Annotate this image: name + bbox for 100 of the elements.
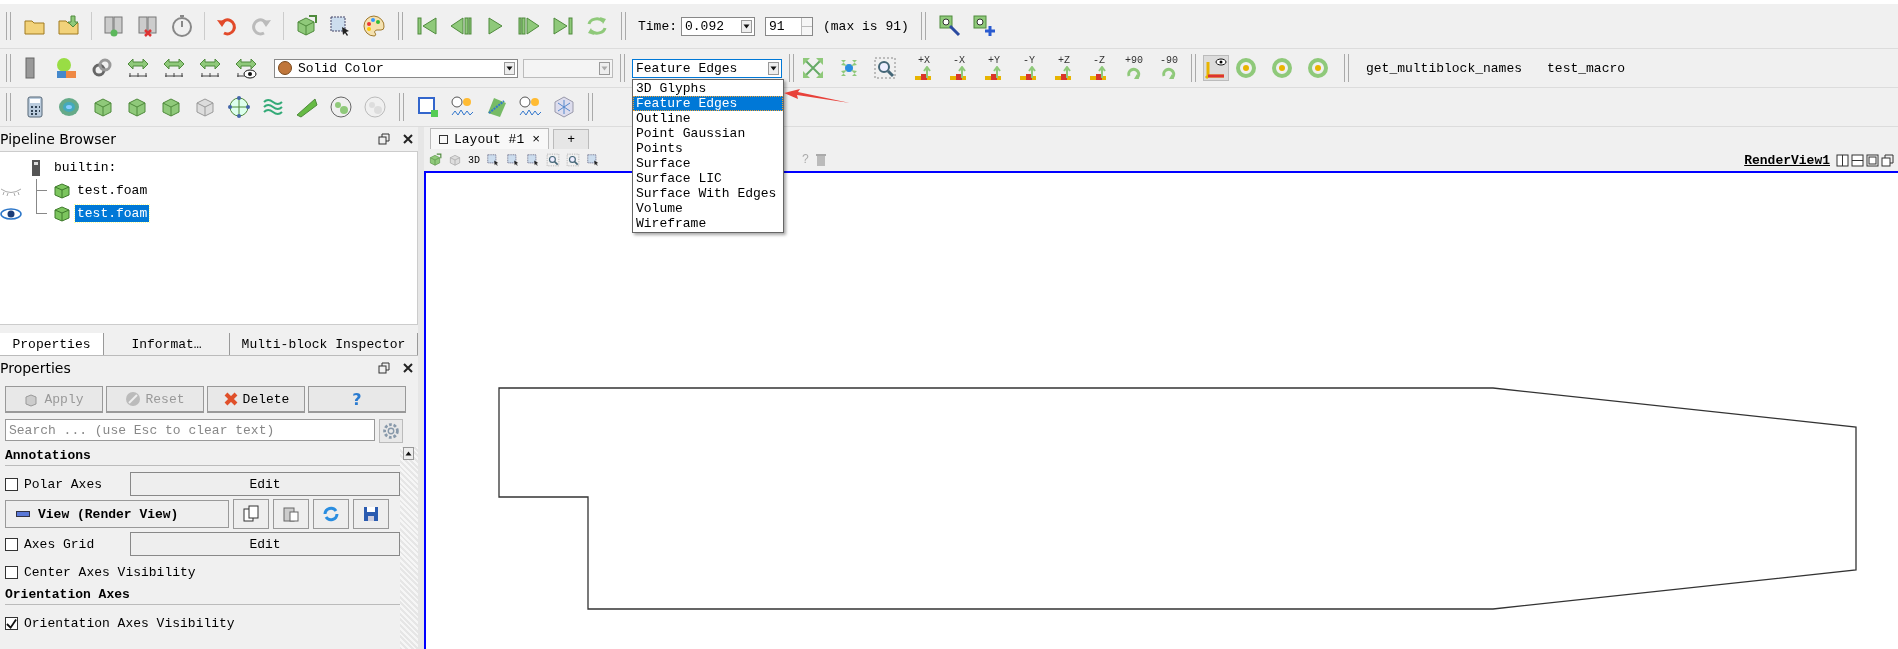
panel-tab[interactable]: Properties	[0, 333, 104, 355]
circles-icon[interactable]	[329, 95, 353, 119]
representation-option[interactable]: Volume	[633, 200, 783, 216]
solid-color-icon	[278, 61, 292, 75]
skip-end-icon[interactable]	[551, 14, 575, 38]
lens-plus-icon[interactable]	[971, 14, 996, 38]
checkbox[interactable]	[5, 616, 18, 630]
refresh-button[interactable]	[313, 499, 349, 529]
close-tab-button[interactable]: ×	[530, 131, 541, 147]
float-window-icon[interactable]	[1881, 153, 1894, 167]
selection-icon[interactable]	[586, 153, 600, 167]
selection-icon[interactable]	[526, 153, 540, 167]
refresh-icon	[322, 505, 340, 523]
copy-button[interactable]	[233, 499, 269, 529]
double-arrow-icon[interactable]	[198, 56, 222, 80]
scrollbar[interactable]	[400, 447, 418, 649]
representation-option[interactable]: Surface	[633, 155, 783, 171]
checkbox[interactable]	[5, 477, 18, 491]
float-window-icon[interactable]	[378, 362, 390, 374]
macro-button[interactable]: get_multiblock_names	[1356, 60, 1533, 76]
layout-tab[interactable]: Layout #1 ×	[430, 128, 550, 149]
checkbox[interactable]	[5, 565, 18, 579]
save-button[interactable]	[353, 499, 389, 529]
representation-option[interactable]: Surface LIC	[633, 170, 783, 186]
lens-wrench-icon[interactable]	[937, 14, 962, 38]
new-tab-button[interactable]: +	[553, 129, 590, 149]
selection-icon[interactable]	[506, 153, 520, 167]
server-icon[interactable]	[102, 14, 126, 38]
trash-icon[interactable]	[815, 153, 828, 167]
view-direction-button[interactable]: +Z	[1049, 56, 1079, 80]
coloring-dropdown[interactable]: Solid Color	[274, 58, 518, 78]
help-button[interactable]: ?	[308, 386, 406, 413]
caret-icon[interactable]	[504, 61, 515, 75]
representation-option[interactable]: 3D Glyphs	[633, 80, 783, 96]
3d-toggle-button[interactable]: 3D	[468, 154, 480, 166]
component-dropdown[interactable]	[523, 58, 613, 78]
step-forward-icon[interactable]	[517, 14, 541, 38]
maximize-icon[interactable]	[1866, 153, 1879, 167]
close-icon[interactable]	[402, 133, 414, 145]
representation-option[interactable]: Point Gaussian	[633, 125, 783, 141]
server-icon	[30, 158, 42, 177]
folder-arrow-icon[interactable]	[57, 14, 81, 38]
axes-eye-icon[interactable]	[1204, 56, 1228, 80]
timer-icon[interactable]	[170, 14, 194, 38]
rotate-arrow-icon	[1160, 66, 1178, 80]
view-direction-button[interactable]: -X	[944, 56, 974, 80]
rotate-arrow-icon	[1125, 66, 1143, 80]
palette-icon[interactable]	[362, 14, 386, 38]
view-direction-button[interactable]: +Y	[979, 56, 1009, 80]
representation-option[interactable]: Points	[633, 140, 783, 156]
search-field[interactable]: Search ... (use Esc to clear text)	[5, 419, 375, 441]
representation-dropdown[interactable]: Feature Edges	[632, 58, 782, 78]
zoom-icon[interactable]	[873, 56, 897, 80]
close-icon[interactable]	[402, 362, 414, 374]
caret-icon[interactable]	[741, 19, 752, 33]
paste-button[interactable]	[273, 499, 309, 529]
edit-button[interactable]: Edit	[130, 532, 400, 556]
split-vertical-icon[interactable]	[1851, 153, 1864, 167]
step-back-icon[interactable]	[449, 14, 473, 38]
contour-icon[interactable]	[57, 95, 81, 119]
globe-icon[interactable]	[227, 95, 251, 119]
square-icon[interactable]	[416, 95, 440, 119]
timestep-field[interactable]: 91	[765, 16, 813, 36]
view-direction-button[interactable]: -Y	[1014, 56, 1044, 80]
representation-option[interactable]: Wireframe	[633, 215, 783, 231]
server-x-icon[interactable]	[136, 14, 160, 38]
split-horizontal-icon[interactable]	[1836, 153, 1849, 167]
skip-start-icon[interactable]	[415, 14, 439, 38]
section-header: Orientation Axes	[5, 586, 400, 605]
tree-item[interactable]: test.foam	[75, 205, 150, 222]
time-field[interactable]: 0.092	[681, 16, 755, 36]
caret-icon[interactable]	[768, 61, 779, 75]
caret-icon[interactable]	[403, 447, 414, 460]
sphere-gradient-icon[interactable]	[54, 56, 78, 80]
view-section-toggle[interactable]: View (Render View)	[5, 500, 229, 528]
representation-option[interactable]: Outline	[633, 110, 783, 126]
wedge-icon[interactable]	[295, 95, 319, 119]
expand-arrows-icon[interactable]	[801, 56, 825, 80]
delete-button[interactable]: Delete	[207, 386, 305, 413]
checkbox[interactable]	[5, 537, 18, 551]
macro-button[interactable]: test_macro	[1537, 60, 1636, 76]
tree-item[interactable]: builtin:	[52, 159, 119, 176]
float-window-icon[interactable]	[378, 133, 390, 145]
double-arrow-icon[interactable]	[162, 56, 186, 80]
view-direction-button[interactable]: -Z	[1084, 56, 1114, 80]
representation-option[interactable]: Feature Edges	[633, 95, 783, 111]
zoom-icon[interactable]	[546, 153, 560, 167]
rotate-view-button[interactable]: +90	[1119, 56, 1149, 80]
double-arrow-icon[interactable]	[126, 56, 150, 80]
eye-icon[interactable]	[0, 206, 22, 221]
rotate-view-button[interactable]: -90	[1154, 56, 1184, 80]
checkbox-label: Center Axes Visibility	[24, 564, 196, 580]
snowflake-icon[interactable]	[552, 95, 576, 119]
zoom-icon[interactable]	[566, 153, 580, 167]
edit-button[interactable]: Edit	[130, 472, 400, 496]
representation-option[interactable]: Surface With Edges	[633, 185, 783, 201]
arrow-eye-icon[interactable]	[234, 56, 258, 80]
view-direction-button[interactable]: +X	[909, 56, 939, 80]
tree-item[interactable]: test.foam	[75, 182, 150, 199]
selection-icon[interactable]	[486, 153, 500, 167]
